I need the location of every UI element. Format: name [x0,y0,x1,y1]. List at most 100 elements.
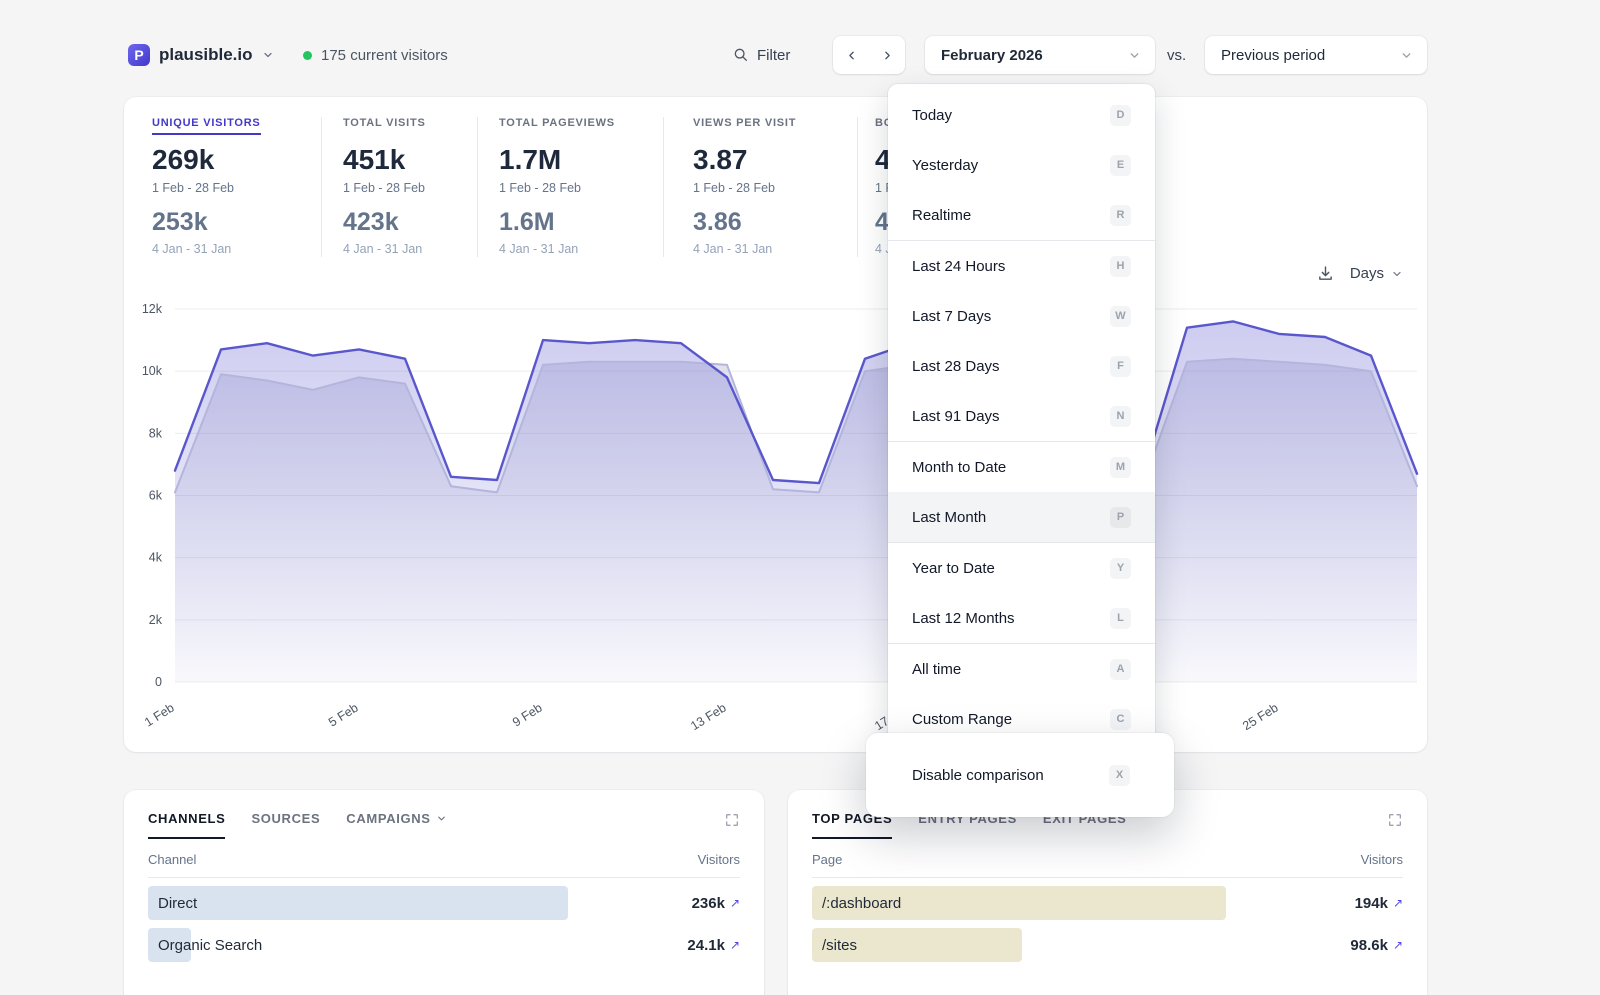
tab-channels[interactable]: CHANNELS [148,811,225,839]
menu-item-label: Last Month [912,509,986,526]
stat-divider [663,117,664,257]
panel-tabs: CHANNELS SOURCES CAMPAIGNS [148,811,740,839]
download-icon[interactable] [1317,265,1334,282]
shortcut-badge: E [1110,155,1131,176]
chevron-down-icon [262,49,274,61]
menu-item-all-time[interactable]: All time A [888,644,1155,694]
expand-icon[interactable] [1387,812,1403,828]
stat-compare-period: 4 Jan - 31 Jan [693,242,796,256]
chevron-down-icon [436,813,447,824]
stat-divider [857,117,858,257]
row-name[interactable]: /sites [812,937,857,954]
row-name[interactable]: /:dashboard [812,895,901,912]
x-axis-label: 1 Feb [142,701,177,730]
menu-item-label: Disable comparison [912,767,1044,784]
menu-item-label: Last 24 Hours [912,258,1005,275]
tab-label: CHANNELS [148,811,225,826]
menu-item-today[interactable]: Today D [888,90,1155,140]
shortcut-badge: L [1110,608,1131,629]
shortcut-badge: M [1110,457,1131,478]
live-dot-icon [303,51,312,60]
y-axis-label: 8k [149,426,163,440]
trend-arrow-icon: ↗ [730,896,740,910]
stat-unique-visitors[interactable]: UNIQUE VISITORS 269k 1 Feb - 28 Feb 253k… [152,113,261,256]
search-icon [733,47,749,63]
row-value: 236k↗ [692,895,740,912]
menu-item-label: Last 91 Days [912,408,1000,425]
comparison-label: Previous period [1221,47,1325,64]
tab-campaigns[interactable]: CAMPAIGNS [346,811,446,839]
column-header: Page [812,852,842,867]
shortcut-badge: C [1110,709,1131,730]
table-row[interactable]: Direct 236k↗ [148,886,740,920]
row-name[interactable]: Organic Search [148,937,262,954]
interval-label: Days [1350,265,1384,282]
menu-item-month-to-date[interactable]: Month to Date M [888,442,1155,492]
menu-item-label: Month to Date [912,459,1006,476]
menu-item-last-24-hours[interactable]: Last 24 Hours H [888,241,1155,291]
menu-item-year-to-date[interactable]: Year to Date Y [888,543,1155,593]
expand-icon[interactable] [724,812,740,828]
shortcut-badge: R [1110,205,1131,226]
menu-item-last-month[interactable]: Last Month P [888,492,1155,542]
stat-compare-period: 4 Jan - 31 Jan [152,242,261,256]
chevron-down-icon [1391,268,1403,280]
next-period-button[interactable] [869,36,905,74]
stat-value: 451k [343,144,426,176]
column-header: Channel [148,852,196,867]
filter-button[interactable]: Filter [733,36,790,74]
stat-compare-value: 423k [343,208,426,237]
stat-total-visits[interactable]: TOTAL VISITS 451k 1 Feb - 28 Feb 423k 4 … [343,113,426,256]
menu-item-realtime[interactable]: Realtime R [888,190,1155,240]
stat-value: 1.7M [499,144,615,176]
plausible-dashboard: P plausible.io 175 current visitors Filt… [0,0,1600,995]
shortcut-badge: N [1110,406,1131,427]
stat-period: 1 Feb - 28 Feb [152,181,261,195]
date-pager [833,36,905,74]
current-visitors[interactable]: 175 current visitors [303,36,448,74]
date-range-label: February 2026 [941,47,1043,64]
menu-item-last-12-months[interactable]: Last 12 Months L [888,593,1155,643]
stat-views-per-visit[interactable]: VIEWS PER VISIT 3.87 1 Feb - 28 Feb 3.86… [693,113,796,256]
menu-item-label: Last 7 Days [912,308,991,325]
shortcut-badge: P [1110,507,1131,528]
stat-label: VIEWS PER VISIT [693,117,796,135]
date-range-picker[interactable]: February 2026 [925,36,1155,74]
shortcut-badge: A [1110,659,1131,680]
table-row[interactable]: Organic Search 24.1k↗ [148,928,740,962]
stat-label: TOTAL VISITS [343,117,426,135]
visitors-chart[interactable]: 02k4k6k8k10k12k1 Feb5 Feb9 Feb13 Feb17 F… [130,300,1427,730]
date-range-menu: Today D Yesterday E Realtime R Last 24 H… [888,84,1155,752]
stat-total-pageviews[interactable]: TOTAL PAGEVIEWS 1.7M 1 Feb - 28 Feb 1.6M… [499,113,615,256]
trend-arrow-icon: ↗ [1393,896,1403,910]
x-axis-label: 5 Feb [326,701,361,730]
vs-label: vs. [1167,36,1186,74]
comparison-picker[interactable]: Previous period [1205,36,1427,74]
menu-item-label: Realtime [912,207,971,224]
table-row[interactable]: /sites 98.6k↗ [812,928,1403,962]
y-axis-label: 4k [149,551,163,565]
menu-item-last-28-days[interactable]: Last 28 Days F [888,341,1155,391]
interval-select[interactable]: Days [1350,265,1403,282]
tab-sources[interactable]: SOURCES [251,811,320,839]
table-row[interactable]: /:dashboard 194k↗ [812,886,1403,920]
shortcut-badge: H [1110,256,1131,277]
y-axis-label: 2k [149,613,163,627]
menu-item-label: Year to Date [912,560,995,577]
stat-divider [321,117,322,257]
menu-item-last-7-days[interactable]: Last 7 Days W [888,291,1155,341]
channels-panel: CHANNELSSOURCESCAMPAIGNS Channel Visitor… [124,790,764,995]
stat-compare-period: 4 Jan - 31 Jan [499,242,615,256]
tab-label: SOURCES [251,811,320,826]
stat-period: 1 Feb - 28 Feb [693,181,796,195]
menu-item-disable-comparison[interactable]: Disable comparison X [866,733,1174,817]
row-name[interactable]: Direct [148,895,197,912]
column-header: Visitors [1361,852,1403,867]
stat-period: 1 Feb - 28 Feb [343,181,426,195]
top-bar: P plausible.io 175 current visitors Filt… [124,36,1427,74]
previous-period-button[interactable] [833,36,869,74]
menu-item-last-91-days[interactable]: Last 91 Days N [888,391,1155,441]
site-switcher[interactable]: P plausible.io [128,36,274,74]
column-headers: Page Visitors [812,852,1403,878]
menu-item-yesterday[interactable]: Yesterday E [888,140,1155,190]
